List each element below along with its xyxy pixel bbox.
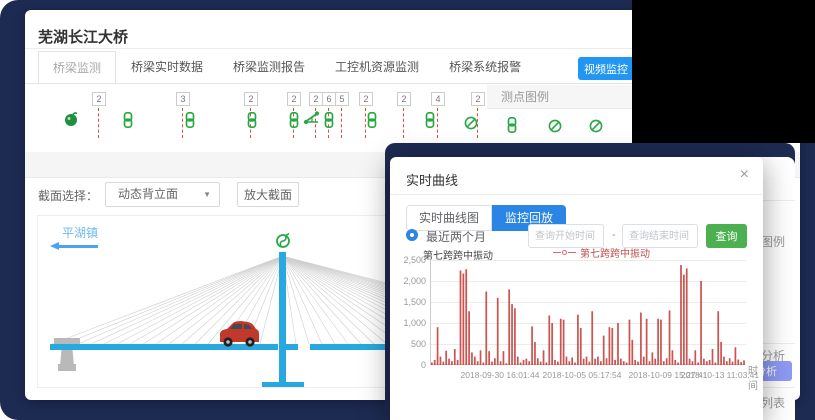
y-tick: 1,000 [392, 318, 426, 328]
legend-line [568, 252, 576, 253]
realtime-curve-modal: 实时曲线 × 实时曲线图 监控回放 最近两个月 - 查询 第七跨跨中振动 第七跨… [390, 157, 763, 420]
series-legend[interactable]: 第七跨跨中振动 [553, 245, 650, 260]
disabled-sensor-icon [547, 118, 563, 134]
pendulum-sensor-icon[interactable] [63, 110, 79, 128]
car [220, 321, 259, 347]
vibration-bars [431, 260, 746, 365]
section-controls: 截面选择： 动态背立面 ▼ 放大截面 [25, 180, 385, 210]
range-separator: - [612, 229, 616, 241]
section-select-value: 动态背立面 [118, 187, 178, 201]
tab-bridge-monitoring[interactable]: 桥梁监测 [38, 51, 116, 85]
chainlink-sensor-icon[interactable] [183, 112, 199, 130]
sensor-count-badge: 2 [359, 92, 373, 106]
screen-cutout [632, 0, 815, 143]
last-two-months-radio[interactable] [406, 229, 418, 241]
sensor-count-badge: 2 [397, 92, 411, 106]
chainlink-sensor-icon[interactable] [423, 112, 439, 130]
bridge-direction-label: 平湖镇 [62, 224, 98, 241]
chainlink-sensor-icon[interactable] [121, 112, 137, 130]
modal-header: 实时曲线 × [390, 157, 763, 195]
sensor-count-badge: 2 [287, 92, 301, 106]
tab-ipc-resource-monitoring[interactable]: 工控机资源监测 [320, 50, 434, 84]
chainlink-sensor-icon[interactable] [322, 112, 338, 130]
legend-line [553, 252, 561, 253]
left-arrow-bar [58, 245, 98, 248]
page-title: 芜湖长江大桥 [38, 26, 128, 47]
video-monitoring-button[interactable]: 视频监控 [578, 57, 634, 80]
chainlink-sensor-icon[interactable] [245, 112, 261, 130]
chainlink-sensor-icon[interactable] [287, 112, 303, 130]
y-tick: 2,500 [392, 255, 426, 265]
sensor-count-badge: 2 [92, 92, 106, 106]
sensor-count-badge: 6 [322, 92, 336, 106]
sensor-count-badge: 2 [244, 92, 258, 106]
legend-label: 第七跨跨中振动 [580, 245, 650, 260]
y-tick: 0 [392, 360, 426, 370]
x-tick: 2018-10-05 05:17:54 [543, 370, 622, 380]
sensor-marker-line [341, 108, 342, 138]
main-tab-bar: 桥梁监测 桥梁实时数据 桥梁监测报告 工控机资源监测 桥梁系统报警 [38, 54, 536, 84]
modal-title: 实时曲线 [406, 170, 458, 189]
sensor-count-badge: 3 [176, 92, 190, 106]
tab-bridge-monitoring-report[interactable]: 桥梁监测报告 [218, 50, 320, 84]
x-tick: 2018-09-30 16:01:44 [461, 370, 540, 380]
sensor-count-badge: 4 [431, 92, 445, 106]
section-select-dropdown[interactable]: 动态背立面 ▼ [105, 182, 220, 207]
query-button[interactable]: 查询 [706, 224, 747, 248]
legend-circle-icon [562, 250, 567, 255]
sensor-count-badge: 5 [335, 92, 349, 106]
disabled-sensor-icon[interactable] [463, 115, 479, 131]
y-tick: 2,000 [392, 276, 426, 286]
sensor-marker-line [98, 108, 99, 138]
tab-bridge-system-alarm[interactable]: 桥梁系统报警 [434, 50, 536, 84]
sensor-count-badge: 2 [309, 92, 323, 106]
anemometer-icon [277, 234, 289, 248]
chainlink-sensor-icon[interactable] [365, 112, 381, 130]
left-pier [54, 338, 80, 371]
x-axis-title: 时间 [748, 362, 763, 392]
screenshot-stage: 芜湖长江大桥 桥梁监测 桥梁实时数据 桥梁监测报告 工控机资源监测 桥梁系统报警… [0, 0, 815, 420]
sensor-count-badge: 2 [471, 92, 485, 106]
section-select-label: 截面选择： [38, 187, 98, 204]
y-tick: 500 [392, 339, 426, 349]
chevron-down-icon: ▼ [203, 183, 211, 206]
disabled-sensor-icon [588, 118, 604, 134]
y-tick: 1,500 [392, 297, 426, 307]
chainlink-sensor-icon [505, 117, 521, 135]
last-two-months-label: 最近两个月 [426, 228, 486, 245]
vibration-chart-plot [430, 260, 745, 365]
tab-bridge-realtime-data[interactable]: 桥梁实时数据 [116, 50, 218, 84]
close-icon[interactable]: × [740, 166, 749, 184]
sensor-marker-line [403, 108, 404, 138]
enlarge-section-button[interactable]: 放大截面 [237, 182, 299, 207]
inclinometer-sensor-icon[interactable] [304, 110, 320, 128]
